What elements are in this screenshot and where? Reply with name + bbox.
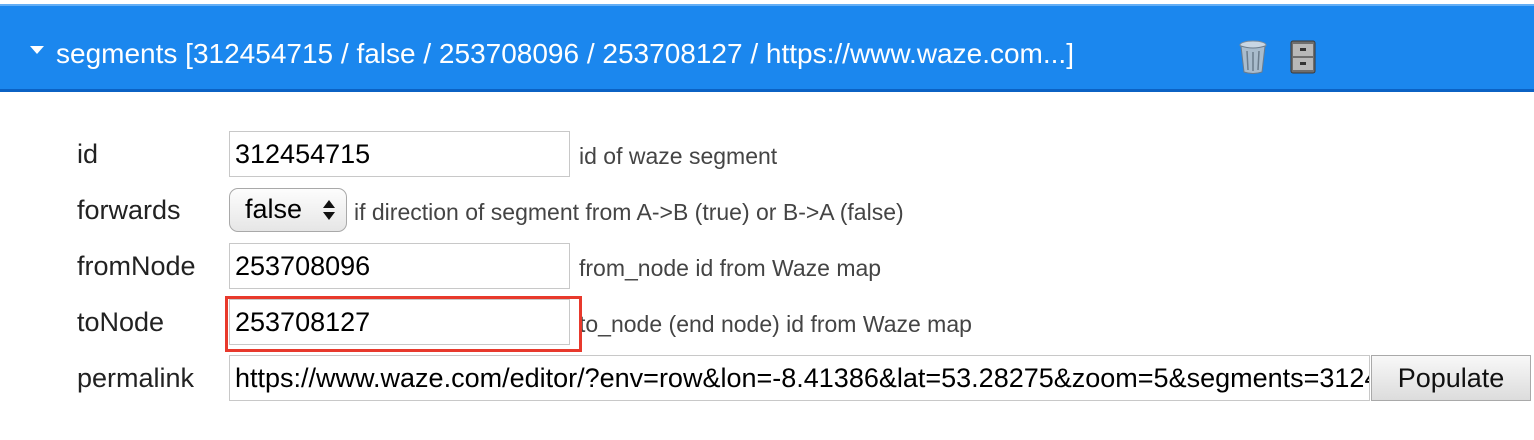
tonode-label: toNode bbox=[77, 307, 165, 337]
fromnode-label: fromNode bbox=[77, 251, 196, 281]
fromnode-hint: from_node id from Waze map bbox=[579, 255, 882, 281]
id-label: id bbox=[77, 139, 99, 169]
id-input[interactable]: 312454715 bbox=[229, 131, 570, 177]
populate-button[interactable]: Populate bbox=[1371, 355, 1531, 401]
permalink-label: permalink bbox=[77, 363, 195, 393]
tonode-hint: to_node (end node) id from Waze map bbox=[579, 311, 972, 337]
select-arrows-icon bbox=[323, 200, 335, 220]
collapse-toggle-icon[interactable] bbox=[30, 46, 44, 54]
forwards-select-value: false bbox=[245, 194, 303, 224]
segments-title[interactable]: segments [312454715 / false / 253708096 … bbox=[56, 34, 1074, 74]
forwards-label: forwards bbox=[77, 195, 181, 225]
segments-header[interactable]: segments [312454715 / false / 253708096 … bbox=[0, 4, 1534, 92]
forwards-hint: if direction of segment from A->B (true)… bbox=[354, 199, 904, 225]
fromnode-input[interactable]: 253708096 bbox=[229, 243, 570, 289]
trash-icon[interactable] bbox=[1238, 39, 1268, 75]
id-hint: id of waze segment bbox=[579, 143, 778, 169]
file-cabinet-icon[interactable] bbox=[1290, 40, 1316, 74]
tonode-input[interactable]: 253708127 bbox=[229, 299, 570, 345]
forwards-select[interactable]: false bbox=[229, 188, 347, 232]
permalink-input[interactable]: https://www.waze.com/editor/?env=row&lon… bbox=[229, 355, 1370, 401]
